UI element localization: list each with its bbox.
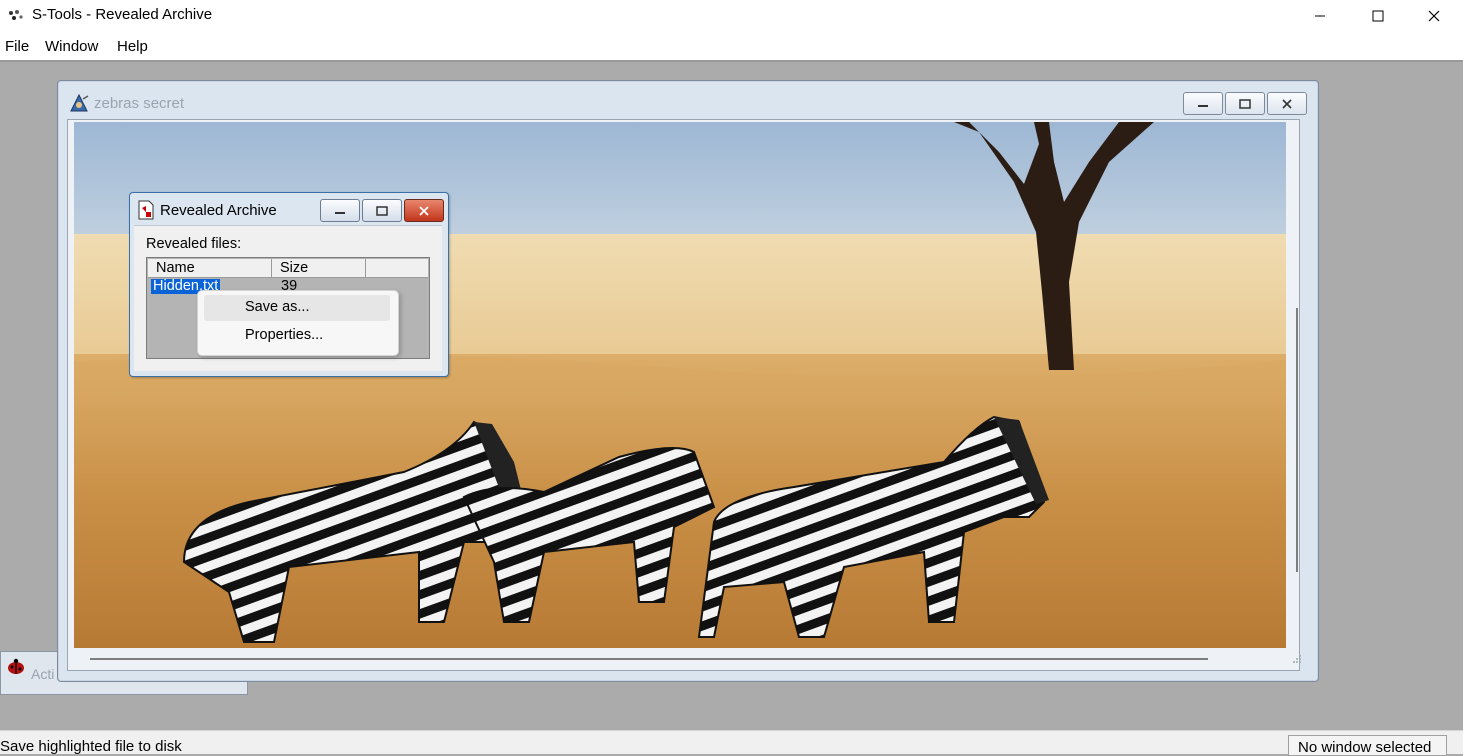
status-window-text: No window selected bbox=[1298, 739, 1432, 756]
context-menu: Save as... Properties... bbox=[197, 290, 399, 356]
vertical-scrollbar[interactable] bbox=[1296, 308, 1298, 572]
maximize-icon bbox=[1372, 10, 1384, 22]
menu-file[interactable]: File bbox=[5, 38, 29, 55]
window-title: S-Tools - Revealed Archive bbox=[32, 6, 213, 23]
close-icon bbox=[1428, 10, 1440, 22]
document-icon bbox=[138, 200, 154, 220]
close-button[interactable] bbox=[1405, 0, 1463, 32]
status-bar: Save highlighted file to disk No window … bbox=[0, 730, 1463, 756]
maximize-button[interactable] bbox=[1349, 0, 1407, 32]
status-message: Save highlighted file to disk bbox=[0, 738, 182, 755]
context-menu-save-as[interactable]: Save as... bbox=[204, 295, 390, 321]
dialog-close-button[interactable] bbox=[404, 199, 444, 222]
column-header-size[interactable]: Size bbox=[272, 259, 366, 278]
wizard-icon bbox=[70, 93, 89, 112]
app-titlebar: S-Tools - Revealed Archive bbox=[0, 0, 1463, 32]
image-window-title: zebras secret bbox=[94, 95, 185, 112]
image-window-minimize-button[interactable] bbox=[1183, 92, 1223, 115]
image-window-restore-button[interactable] bbox=[1225, 92, 1265, 115]
restore-icon bbox=[1239, 98, 1251, 109]
menu-window[interactable]: Window bbox=[45, 38, 98, 55]
resize-grip-icon[interactable] bbox=[1292, 654, 1302, 664]
ladybug-icon bbox=[8, 658, 24, 674]
horizontal-scrollbar[interactable] bbox=[90, 658, 1208, 660]
minimize-icon bbox=[1198, 104, 1208, 107]
context-menu-properties[interactable]: Properties... bbox=[204, 323, 390, 349]
dialog-title: Revealed Archive bbox=[160, 202, 277, 219]
close-icon bbox=[419, 205, 429, 216]
dialog-restore-button[interactable] bbox=[362, 199, 402, 222]
close-icon bbox=[1282, 98, 1292, 109]
image-window[interactable]: zebras secret bbox=[57, 80, 1319, 682]
iconified-window-label: Acti bbox=[31, 666, 55, 682]
dialog-minimize-button[interactable] bbox=[320, 199, 360, 222]
column-header-filler bbox=[366, 259, 428, 278]
menu-help[interactable]: Help bbox=[117, 38, 148, 55]
stools-app-icon bbox=[9, 10, 23, 20]
restore-icon bbox=[376, 205, 388, 216]
minimize-button[interactable] bbox=[1291, 0, 1349, 32]
minimize-icon bbox=[1315, 15, 1325, 17]
menu-bar: File Window Help bbox=[0, 32, 1463, 62]
column-header-name[interactable]: Name bbox=[148, 259, 272, 278]
revealed-files-label: Revealed files: bbox=[146, 236, 242, 252]
minimize-icon bbox=[335, 211, 345, 214]
image-window-close-button[interactable] bbox=[1267, 92, 1307, 115]
